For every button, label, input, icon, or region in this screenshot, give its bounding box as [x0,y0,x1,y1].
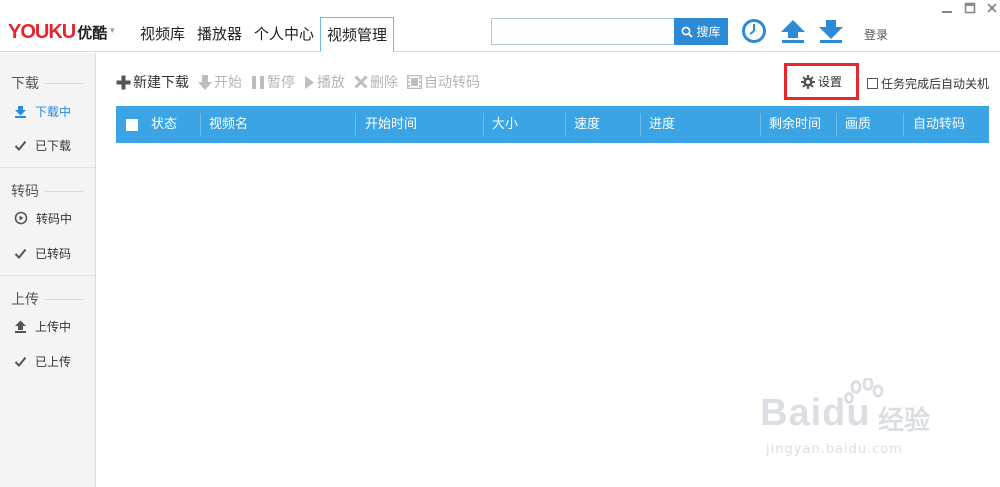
column-separator [565,113,566,136]
column-separator [355,113,356,136]
sidebar-divider [44,299,84,300]
watermark-brand-part2: du [822,392,871,434]
delete-label: 删除 [370,75,398,91]
close-icon[interactable] [983,2,1000,18]
search-icon [682,26,694,38]
delete-button[interactable]: 删除 [354,72,398,92]
tab-player[interactable]: 播放器 [191,18,248,52]
start-label: 开始 [214,75,242,91]
column-separator [760,113,761,136]
main-nav-tabs: 视频库 播放器 个人中心 视频管理 [134,17,395,52]
column-separator [836,113,837,136]
watermark-cn: 经验 [878,406,931,436]
sidebar-item-label: 下载中 [35,104,72,119]
watermark-brand: Baidu [760,392,871,435]
download-toolbar: 新建下载 开始 暂停 播放 删除 自动转码 [116,72,480,92]
auto-transcode-button[interactable]: 自动转码 [407,72,480,92]
column-header-size[interactable]: 大小 [492,106,518,143]
upload-arrow-icon [15,320,26,333]
start-button[interactable]: 开始 [198,72,242,92]
sidebar-group-download: 下载 [11,76,39,92]
auto-shutdown-option[interactable]: 任务完成后自动关机 [867,75,989,92]
auto-transcode-label: 自动转码 [424,75,480,91]
column-separator [640,113,641,136]
sidebar-section-divider [0,275,95,276]
column-header-auto-transcode[interactable]: 自动转码 [913,106,965,143]
film-icon [407,75,422,89]
sidebar-section-divider [0,167,95,168]
settings-label: 设置 [817,75,842,89]
column-header-progress[interactable]: 进度 [649,106,675,143]
pause-icon [252,75,264,89]
column-header-quality[interactable]: 画质 [845,106,871,143]
select-all-checkbox[interactable] [126,119,138,131]
column-separator [903,113,904,136]
auto-shutdown-checkbox[interactable] [867,78,878,89]
column-header-time-remaining[interactable]: 剩余时间 [769,106,821,143]
sidebar-item-downloaded[interactable]: 已下载 [0,132,96,158]
logo-menu-caret-icon[interactable]: ▾ [110,26,115,36]
column-separator [200,113,201,136]
settings-button[interactable]: 设置 [784,63,859,100]
download-table-header: 状态 视频名 开始时间 大小 速度 进度 剩余时间 画质 自动转码 [116,106,989,143]
search-input[interactable] [491,18,675,45]
download-arrow-icon [15,105,26,118]
sidebar-item-transcoded[interactable]: 已转码 [0,240,96,266]
column-header-video-name[interactable]: 视频名 [209,106,248,143]
sidebar-item-label: 已下载 [35,138,72,153]
pause-label: 暂停 [267,75,295,91]
logo-text: YOUKU [8,21,76,43]
column-header-status[interactable]: 状态 [151,106,177,143]
column-separator [483,113,484,136]
play-label: 播放 [317,75,345,91]
tab-video-management[interactable]: 视频管理 [320,17,395,52]
new-download-button[interactable]: 新建下载 [116,72,189,92]
logo-cn-text: 优酷 [77,24,108,42]
baidu-jingyan-watermark: Baidu 经验 jingyan.baidu.com [760,378,960,468]
sidebar-group-transcode: 转码 [11,184,39,200]
pause-button[interactable]: 暂停 [251,72,295,92]
watermark-brand-part1: Bai [760,392,823,434]
download-icon[interactable] [817,17,845,45]
top-bar: YOUKU 优酷 ▾ 视频库 播放器 个人中心 视频管理 搜库 登录 [0,0,1000,52]
delete-x-icon [354,75,368,89]
new-download-label: 新建下载 [133,75,189,91]
check-icon [14,140,27,151]
column-header-speed[interactable]: 速度 [574,106,600,143]
search-button-label: 搜库 [696,25,721,39]
upload-icon[interactable] [779,17,807,45]
maximize-icon[interactable] [961,2,979,18]
auto-shutdown-label: 任务完成后自动关机 [881,77,990,91]
check-icon [14,356,27,367]
down-arrow-icon [198,74,212,90]
check-icon [14,248,27,259]
sidebar-item-label: 已转码 [35,246,72,261]
sidebar-item-label: 上传中 [35,319,72,334]
play-button[interactable]: 播放 [304,72,345,92]
sidebar-divider [44,83,84,84]
gear-icon [800,74,815,89]
minimize-icon[interactable] [938,2,956,18]
transcode-icon [14,211,28,225]
sidebar-item-downloading[interactable]: 下载中 [0,98,96,124]
sidebar-item-uploading[interactable]: 上传中 [0,313,96,339]
login-link[interactable]: 登录 [864,26,888,43]
sidebar-item-label: 转码中 [36,211,73,226]
search-button[interactable]: 搜库 [674,18,728,45]
sidebar-item-label: 已上传 [35,354,72,369]
tab-video-library[interactable]: 视频库 [134,18,191,52]
column-header-start-time[interactable]: 开始时间 [365,106,417,143]
sidebar-item-transcoding[interactable]: 转码中 [0,205,96,231]
sidebar-group-upload: 上传 [11,292,39,308]
youku-logo[interactable]: YOUKU 优酷 [8,21,107,43]
history-clock-icon[interactable] [740,17,768,45]
sidebar-divider [44,191,84,192]
play-icon [305,75,314,89]
watermark-url: jingyan.baidu.com [766,442,903,457]
sidebar-item-uploaded[interactable]: 已上传 [0,348,96,374]
sidebar: 下载 下载中 已下载 转码 转码中 已转码 上传 上传中 已上传 [0,53,96,487]
tab-personal-center[interactable]: 个人中心 [248,18,320,52]
plus-icon [116,75,131,89]
